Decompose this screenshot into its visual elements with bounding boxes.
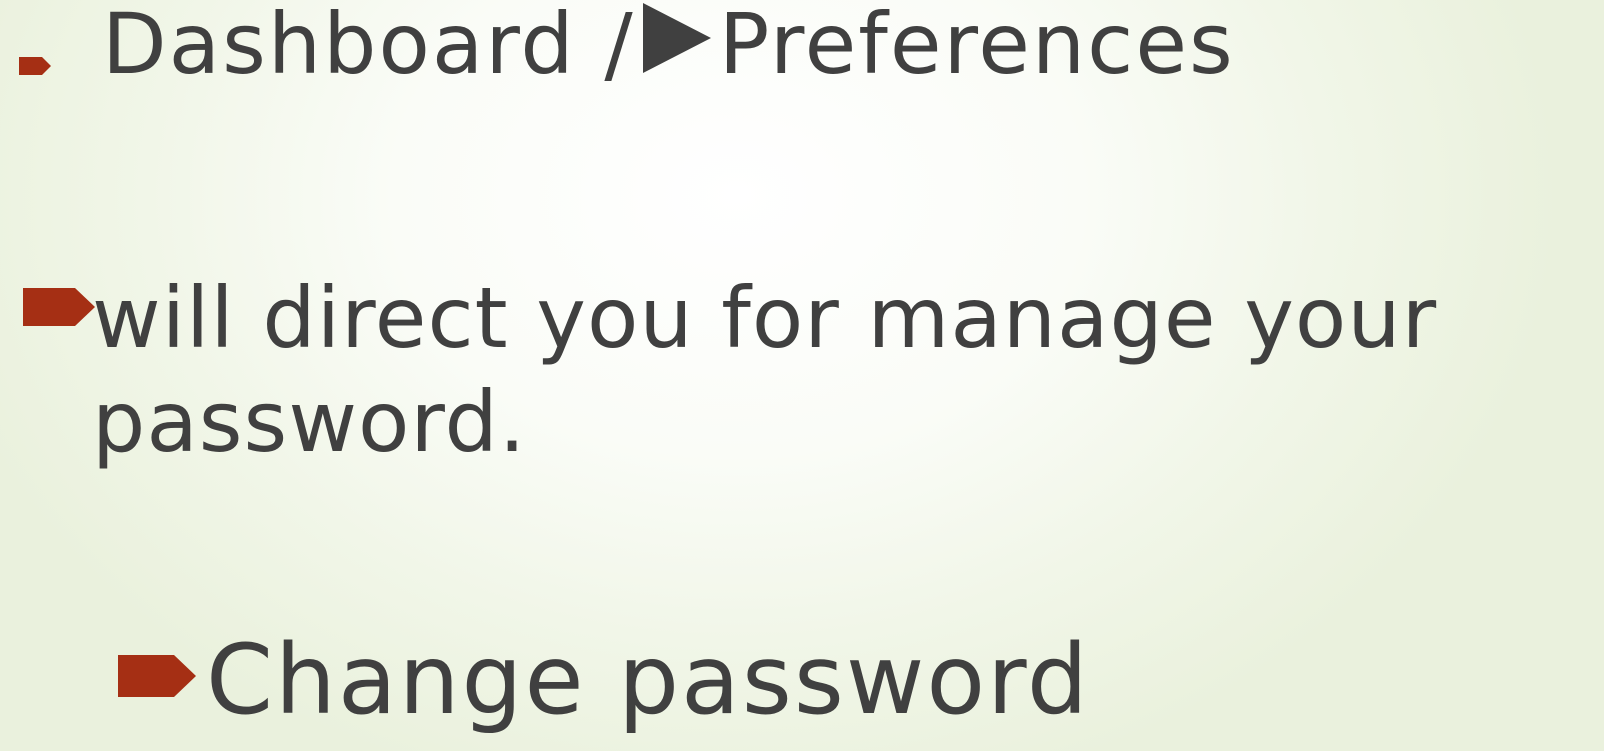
bullet-arrow-icon (118, 655, 196, 697)
breadcrumb: Dashboard / Preferences (102, 2, 1235, 92)
bullet-arrow-icon (23, 288, 95, 326)
change-password-item: Change password (206, 624, 1090, 736)
play-triangle-icon (641, 2, 711, 86)
instruction-paragraph: will direct you for manage your password… (92, 269, 1438, 471)
bullet-arrow-icon (19, 57, 51, 75)
breadcrumb-preferences: Preferences (718, 0, 1235, 93)
breadcrumb-dashboard: Dashboard / (102, 0, 635, 93)
